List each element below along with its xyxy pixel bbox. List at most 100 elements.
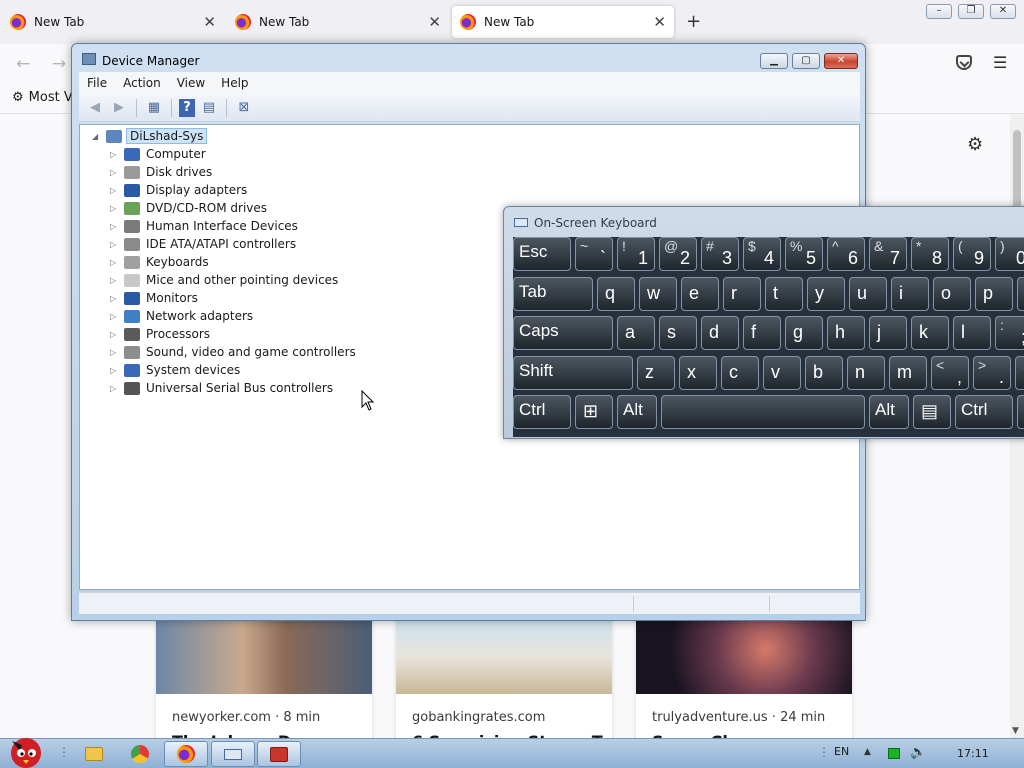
expand-arrow-icon[interactable]: ▷: [110, 204, 122, 213]
key-g[interactable]: g: [785, 316, 823, 350]
expand-arrow-icon[interactable]: ▷: [110, 330, 122, 339]
key-3[interactable]: #3: [701, 237, 739, 271]
tab-close-icon[interactable]: ✕: [203, 13, 216, 31]
key-0[interactable]: )0: [995, 237, 1024, 271]
key-x[interactable]: x: [679, 356, 717, 390]
browser-tab[interactable]: New Tab ✕: [2, 6, 224, 38]
key-tab[interactable]: Tab: [513, 277, 593, 311]
firefox-taskbar-button[interactable]: [164, 741, 208, 767]
key-.[interactable]: >.: [973, 356, 1011, 390]
key-m[interactable]: m: [889, 356, 927, 390]
key-d[interactable]: d: [701, 316, 739, 350]
key-`[interactable]: ~ `: [575, 237, 613, 271]
scroll-down-arrow-icon[interactable]: ▼: [1012, 726, 1019, 736]
device-manager-taskbar-button[interactable]: [257, 741, 301, 767]
device-category-item[interactable]: ▷ Computer: [110, 145, 206, 163]
key-alt[interactable]: Alt: [869, 395, 909, 429]
key-alt[interactable]: Alt: [617, 395, 657, 429]
device-category-item[interactable]: ▷ DVD/CD-ROM drives: [110, 199, 267, 217]
key-9[interactable]: (9: [953, 237, 991, 271]
expand-arrow-icon[interactable]: ▷: [110, 168, 122, 177]
menu-key-icon[interactable]: ▤: [913, 395, 951, 429]
device-category-item[interactable]: ▷ Sound, video and game controllers: [110, 343, 356, 361]
back-icon[interactable]: ◀: [85, 99, 105, 117]
expand-arrow-icon[interactable]: ▷: [110, 312, 122, 321]
back-arrow-icon[interactable]: ←: [16, 54, 30, 74]
key-2[interactable]: @2: [659, 237, 697, 271]
story-card[interactable]: newyorker.com · 8 min The Johnny D: [156, 620, 372, 745]
menu-file[interactable]: File: [79, 76, 115, 90]
device-category-item[interactable]: ▷ Universal Serial Bus controllers: [110, 379, 333, 397]
explorer-taskbar-button[interactable]: [72, 741, 116, 767]
expand-arrow-icon[interactable]: ▷: [110, 186, 122, 195]
key-t[interactable]: t: [765, 277, 803, 311]
scan-hardware-icon[interactable]: ⊠: [234, 99, 254, 117]
device-category-item[interactable]: ▷ Keyboards: [110, 253, 209, 271]
story-card[interactable]: trulyadventure.us · 24 min Sugar Cha: [636, 620, 852, 745]
key-w[interactable]: w: [639, 277, 677, 311]
expand-arrow-icon[interactable]: ▷: [110, 258, 122, 267]
key-shift[interactable]: Shift: [513, 356, 633, 390]
key-space[interactable]: [1017, 395, 1024, 429]
settings-gear-icon[interactable]: ⚙: [967, 134, 983, 155]
tree-root-node[interactable]: ◢ DiLshad-Sys: [92, 128, 208, 144]
start-button[interactable]: [4, 731, 48, 768]
new-tab-button[interactable]: +: [686, 11, 701, 32]
key-,[interactable]: <,: [931, 356, 969, 390]
key-n[interactable]: n: [847, 356, 885, 390]
expand-arrow-icon[interactable]: ▷: [110, 366, 122, 375]
key-1[interactable]: ! 1: [617, 237, 655, 271]
network-status-icon[interactable]: [888, 748, 900, 759]
expand-arrow-icon[interactable]: ▷: [110, 222, 122, 231]
key-7[interactable]: & 7: [869, 237, 907, 271]
browser-tab[interactable]: New Tab ✕: [227, 6, 449, 38]
language-indicator[interactable]: EN: [834, 745, 849, 758]
device-category-item[interactable]: ▷ IDE ATA/ATAPI controllers: [110, 235, 296, 253]
key-h[interactable]: h: [827, 316, 865, 350]
forward-icon[interactable]: ▶: [109, 99, 129, 117]
volume-icon[interactable]: 🔈: [910, 745, 926, 760]
device-category-item[interactable]: ▷ Processors: [110, 325, 210, 343]
device-category-item[interactable]: ▷ System devices: [110, 361, 240, 379]
properties-icon[interactable]: ▤: [199, 99, 219, 117]
maximize-button[interactable]: ▢: [792, 53, 820, 69]
forward-arrow-icon[interactable]: →: [52, 54, 66, 74]
tab-close-icon[interactable]: ✕: [428, 13, 441, 31]
close-button[interactable]: ✕: [824, 53, 858, 69]
key-u[interactable]: u: [849, 277, 887, 311]
pocket-icon[interactable]: [956, 55, 972, 70]
key-space[interactable]: [661, 395, 865, 429]
browser-tab-active[interactable]: New Tab ✕: [452, 6, 674, 38]
key-a[interactable]: a: [617, 316, 655, 350]
windows-logo-icon[interactable]: ⊞: [575, 395, 613, 429]
key-z[interactable]: z: [637, 356, 675, 390]
device-category-item[interactable]: ▷ Network adapters: [110, 307, 253, 325]
help-icon[interactable]: ?: [179, 98, 195, 117]
expand-arrow-icon[interactable]: ▷: [110, 294, 122, 303]
key-q[interactable]: q: [597, 277, 635, 311]
device-category-item[interactable]: ▷ Monitors: [110, 289, 198, 307]
key-8[interactable]: * 8: [911, 237, 949, 271]
most-visited-bookmark[interactable]: ⚙ Most Vi: [12, 90, 76, 105]
minimize-button[interactable]: ▁: [760, 53, 788, 69]
collapse-arrow-icon[interactable]: ◢: [92, 132, 104, 141]
story-card[interactable]: gobankingrates.com 6 Surprising Stores T: [396, 620, 612, 745]
device-category-item[interactable]: ▷ Mice and other pointing devices: [110, 271, 338, 289]
key-p[interactable]: p: [975, 277, 1013, 311]
key-o[interactable]: o: [933, 277, 971, 311]
osk-taskbar-button[interactable]: [211, 741, 255, 767]
key-c[interactable]: c: [721, 356, 759, 390]
tab-close-icon[interactable]: ✕: [653, 13, 666, 31]
key-caps[interactable]: Caps: [513, 316, 613, 350]
show-hidden-icons-icon[interactable]: ▲: [864, 747, 871, 757]
key-s[interactable]: s: [659, 316, 697, 350]
key-ctrl[interactable]: Ctrl: [513, 395, 571, 429]
expand-arrow-icon[interactable]: ▷: [110, 348, 122, 357]
browser-minimize-button[interactable]: –: [926, 4, 952, 19]
menu-action[interactable]: Action: [115, 76, 169, 90]
key-v[interactable]: v: [763, 356, 801, 390]
expand-arrow-icon[interactable]: ▷: [110, 240, 122, 249]
key-;[interactable]: :;: [995, 316, 1024, 350]
expand-arrow-icon[interactable]: ▷: [110, 384, 122, 393]
key-b[interactable]: b: [805, 356, 843, 390]
